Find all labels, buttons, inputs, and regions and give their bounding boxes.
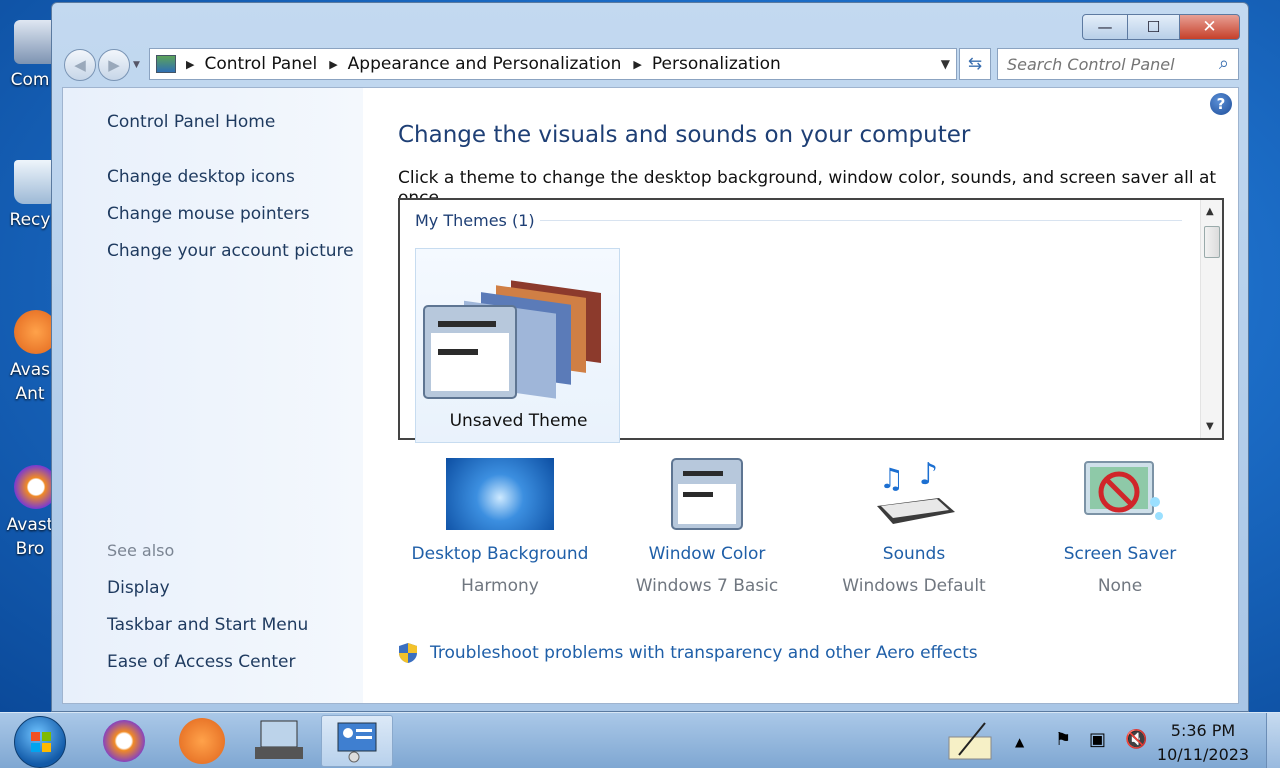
nav-buttons: ◀ ▶ ▼ <box>64 49 140 81</box>
troubleshoot-label: Troubleshoot problems with transparency … <box>430 643 978 663</box>
themes-list: My Themes (1) Unsaved Theme ▲ ▼ <box>398 198 1224 443</box>
close-icon: ✕ <box>1202 17 1217 37</box>
breadcrumb-label: Control Panel <box>204 54 318 74</box>
personalization-window: — ☐ ✕ ◀ ▶ ▼ ▶ Control Panel ▶ Appearance a… <box>51 2 1249 712</box>
search-icon[interactable]: ⌕ <box>1219 53 1229 74</box>
change-mouse-pointers-link[interactable]: Change mouse pointers <box>107 204 310 224</box>
show-desktop-button[interactable] <box>1266 713 1280 768</box>
see-also-heading: See also <box>107 541 175 560</box>
svg-text:♪: ♪ <box>919 458 938 492</box>
themes-scrollbar[interactable]: ▲ ▼ <box>1200 200 1222 438</box>
change-desktop-icons-link[interactable]: Change desktop icons <box>107 167 295 187</box>
help-icon[interactable]: ? <box>1210 93 1232 115</box>
window-color-icon <box>671 458 743 530</box>
sounds-option[interactable]: ♫ ♪ Sounds Windows Default <box>814 457 1014 596</box>
shield-icon <box>399 643 417 663</box>
desktop-background-icon <box>446 458 554 530</box>
caption-buttons: — ☐ ✕ <box>1082 14 1240 40</box>
breadcrumb-label: Personalization <box>651 54 781 74</box>
taskbar-start-menu-link[interactable]: Taskbar and Start Menu <box>107 615 308 635</box>
control-panel-icon <box>156 55 176 73</box>
taskbar: ▲ ⚑ ▣ 🔇 5:36 PM 10/11/2023 <box>0 712 1280 768</box>
windows-logo-icon <box>31 732 51 752</box>
taskbar-avast-antivirus[interactable] <box>166 715 238 767</box>
network-icon[interactable]: ▣ <box>1089 729 1106 750</box>
page-title: Change the visuals and sounds on your co… <box>398 122 971 148</box>
avast-browser-icon <box>103 720 145 762</box>
theme-name: Unsaved Theme <box>449 411 588 431</box>
recent-pages-dropdown-icon[interactable]: ▼ <box>133 60 140 70</box>
content-area: Control Panel Home Change desktop icons … <box>62 87 1239 704</box>
avast-icon <box>179 718 225 764</box>
maximize-button[interactable]: ☐ <box>1128 14 1180 40</box>
minimize-button[interactable]: — <box>1082 14 1128 40</box>
clock-time: 5:36 PM <box>1170 721 1236 740</box>
breadcrumb-appearance[interactable]: ▶ Appearance and Personalization <box>329 54 621 74</box>
screen-saver-icon <box>1075 458 1165 530</box>
breadcrumb-arrow-icon[interactable]: ▶ <box>186 58 194 71</box>
volume-muted-icon[interactable]: 🔇 <box>1125 729 1147 750</box>
address-dropdown-icon[interactable]: ▼ <box>941 57 950 71</box>
keyboard-icon <box>255 720 303 759</box>
window-color-option[interactable]: Window Color Windows 7 Basic <box>607 458 807 596</box>
desktop-background-option[interactable]: Desktop Background Harmony <box>400 458 600 596</box>
breadcrumb-arrow-icon[interactable]: ▶ <box>329 58 337 71</box>
left-pane: Control Panel Home Change desktop icons … <box>63 88 363 703</box>
themes-header-divider <box>540 220 1182 221</box>
sounds-icon: ♫ ♪ <box>869 457 959 530</box>
action-center-flag-icon[interactable]: ⚑ <box>1055 729 1071 750</box>
control-panel-home-link[interactable]: Control Panel Home <box>107 112 275 132</box>
clock[interactable]: 5:36 PM 10/11/2023 <box>1148 719 1258 767</box>
forward-arrow-icon: ▶ <box>108 56 120 74</box>
taskbar-personalization[interactable] <box>321 715 393 767</box>
minimize-icon: — <box>1097 18 1113 36</box>
taskbar-pen-tool[interactable] <box>935 715 1005 767</box>
breadcrumb-label: Appearance and Personalization <box>347 54 622 74</box>
change-account-picture-link[interactable]: Change your account picture <box>107 241 354 261</box>
scroll-down-icon[interactable]: ▼ <box>1206 421 1214 432</box>
breadcrumb-arrow-icon[interactable]: ▶ <box>633 58 641 71</box>
back-arrow-icon: ◀ <box>74 56 86 74</box>
theme-unsaved[interactable]: Unsaved Theme <box>415 248 620 443</box>
option-value: None <box>1097 576 1143 596</box>
option-label[interactable]: Desktop Background <box>400 544 600 564</box>
navigation-bar: ◀ ▶ ▼ ▶ Control Panel ▶ Appearance and Per… <box>62 47 1240 83</box>
taskbar-avast-browser[interactable] <box>88 715 160 767</box>
taskbar-onscreen-keyboard[interactable] <box>243 715 315 767</box>
pen-icon <box>948 722 992 760</box>
option-value: Harmony <box>461 576 539 596</box>
scroll-up-icon[interactable]: ▲ <box>1206 206 1214 217</box>
ease-of-access-link[interactable]: Ease of Access Center <box>107 652 296 672</box>
close-button[interactable]: ✕ <box>1180 14 1240 40</box>
option-label[interactable]: Window Color <box>607 544 807 564</box>
search-input[interactable] <box>1007 54 1207 74</box>
refresh-button[interactable]: ⇆ <box>959 48 991 80</box>
display-link[interactable]: Display <box>107 578 170 598</box>
search-box[interactable]: ⌕ <box>997 48 1239 80</box>
option-value: Windows Default <box>842 576 986 596</box>
option-label[interactable]: Screen Saver <box>1020 544 1220 564</box>
refresh-icon: ⇆ <box>967 54 983 74</box>
forward-button[interactable]: ▶ <box>98 49 130 81</box>
theme-preview-icon <box>423 280 601 399</box>
option-value: Windows 7 Basic <box>635 576 779 596</box>
address-bar[interactable]: ▶ Control Panel ▶ Appearance and Personali… <box>149 48 957 80</box>
personalization-icon <box>337 722 377 763</box>
start-button[interactable] <box>14 716 66 768</box>
back-button[interactable]: ◀ <box>64 49 96 81</box>
breadcrumb-control-panel[interactable]: ▶ Control Panel <box>186 54 317 74</box>
main-pane: ? Change the visuals and sounds on your … <box>363 88 1238 703</box>
svg-text:♫: ♫ <box>879 462 904 495</box>
clock-date: 10/11/2023 <box>1156 745 1250 764</box>
troubleshoot-link[interactable]: Troubleshoot problems with transparency … <box>398 642 978 664</box>
screen-saver-option[interactable]: Screen Saver None <box>1020 458 1220 596</box>
option-label[interactable]: Sounds <box>814 544 1014 564</box>
breadcrumb-personalization[interactable]: ▶ Personalization <box>633 54 780 74</box>
my-themes-header[interactable]: My Themes (1) <box>415 211 535 230</box>
scroll-thumb[interactable] <box>1204 226 1220 258</box>
maximize-icon: ☐ <box>1146 18 1161 36</box>
show-hidden-icons-icon[interactable]: ▲ <box>1015 735 1024 749</box>
